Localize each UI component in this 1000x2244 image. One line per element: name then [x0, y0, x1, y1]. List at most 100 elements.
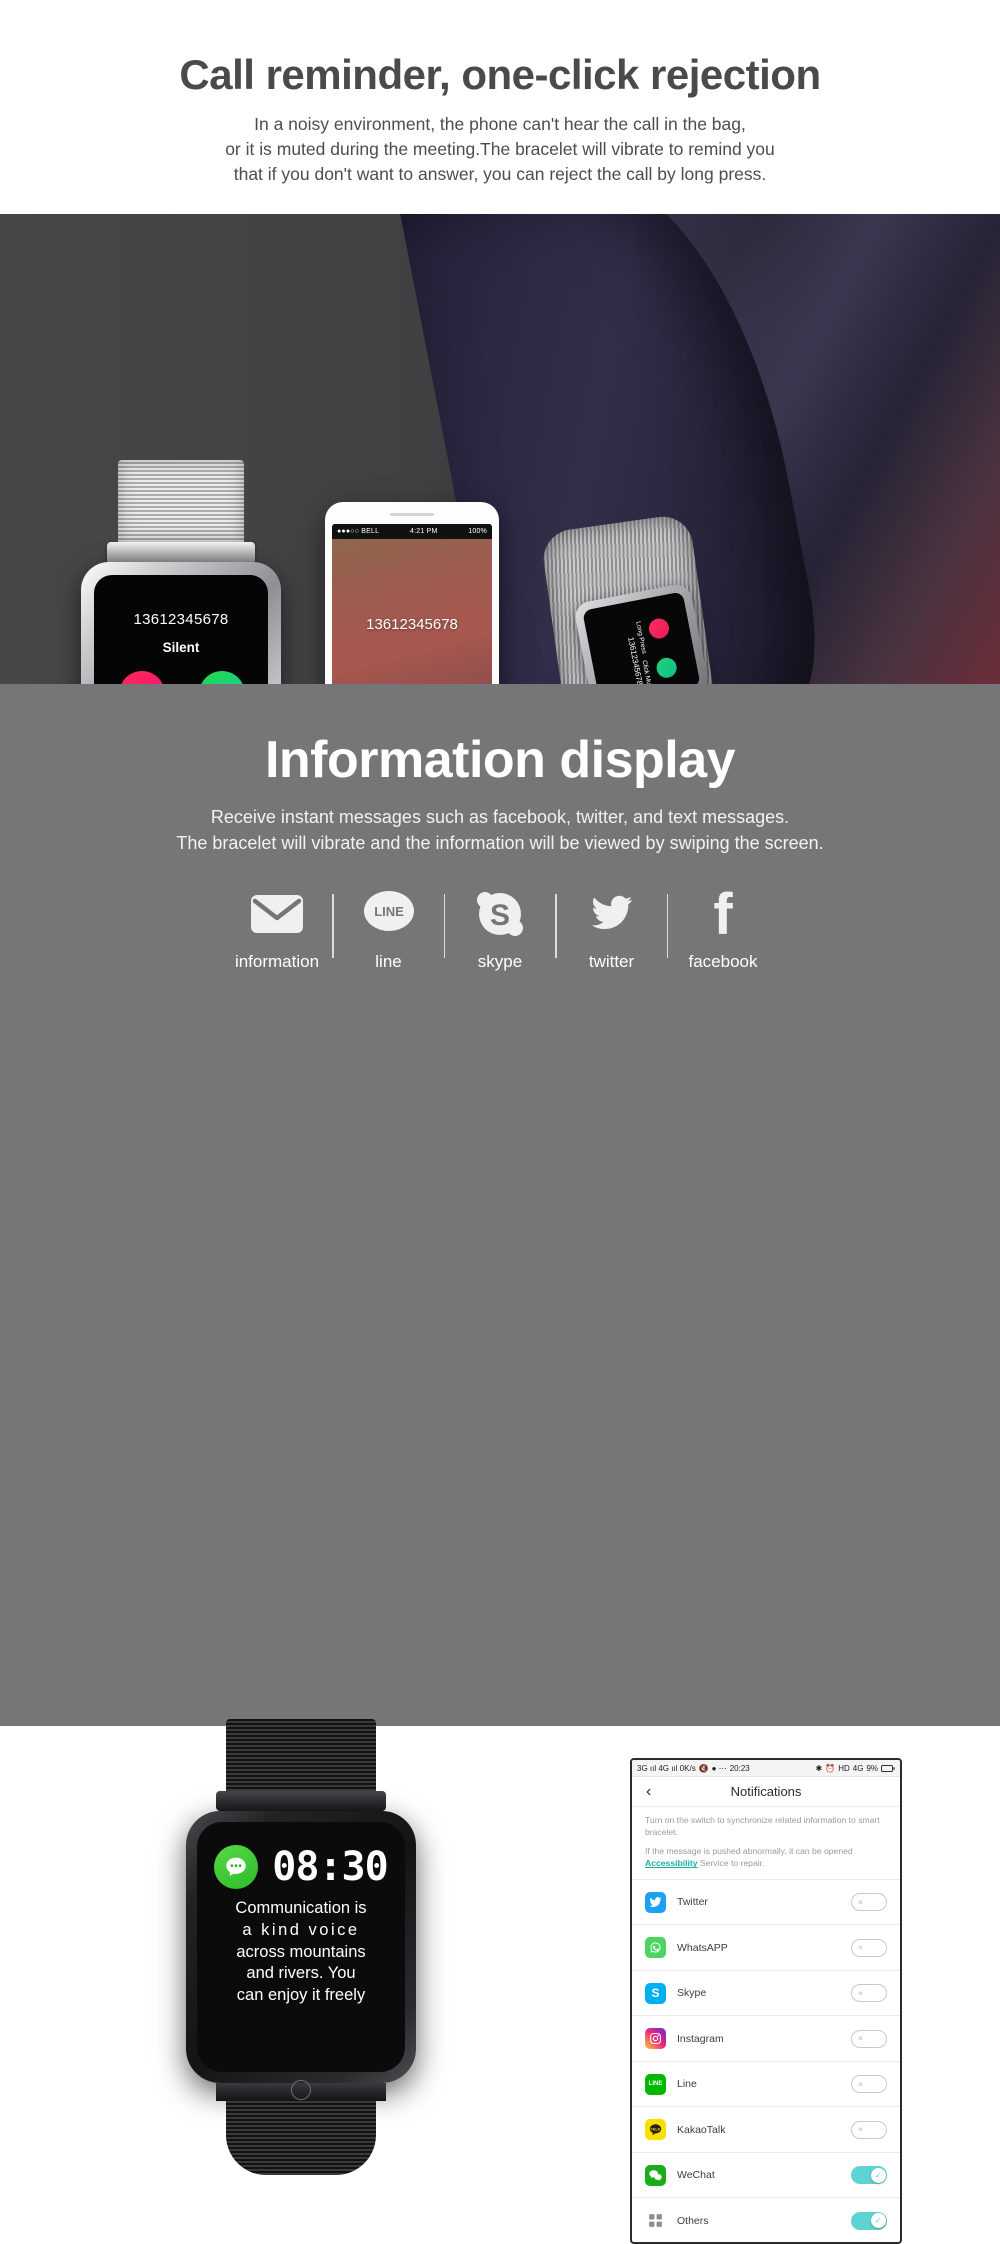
toggle-knob: × — [858, 1988, 863, 1998]
black-watch-product: 08:30 Communication is a kind voice acro… — [186, 1719, 416, 2175]
list-item[interactable]: WeChat ✓ — [632, 2153, 900, 2199]
svg-text:S: S — [490, 899, 510, 932]
list-item[interactable]: Others ✓ — [632, 2198, 900, 2242]
network-indicator: 3G ııl 4G ııl 0K/s — [637, 1763, 696, 1773]
app-label: information — [234, 952, 320, 972]
list-item[interactable]: TALK KakaoTalk × — [632, 2107, 900, 2153]
description-line-2: If the message is pushed abnormally, it … — [645, 1845, 887, 1870]
black-watch-band-top — [226, 1719, 376, 1791]
chevron-left-icon[interactable]: ‹ — [646, 1783, 651, 1800]
screen-title: Notifications — [730, 1784, 802, 1799]
app-name: Line — [677, 2078, 697, 2091]
message-line: can enjoy it freely — [236, 1986, 366, 2005]
toggle-switch[interactable]: ✓ — [851, 2166, 887, 2185]
toggle-knob: × — [858, 2079, 863, 2089]
message-line: across mountains — [236, 1942, 366, 1961]
watch-decline-action[interactable]: Long Press — [113, 671, 171, 684]
network-type: 4G — [852, 1763, 864, 1773]
app-name: Others — [677, 2214, 709, 2227]
wrist-watch-product: 13612345678 Long Press Click Mute — [539, 512, 726, 684]
hero-subtitle: In a noisy environment, the phone can't … — [225, 112, 775, 187]
supported-apps-row: information LINE line S skype twitter f … — [222, 886, 778, 972]
phone-status-time: 4:21 PM — [410, 528, 438, 535]
status-bar-left: 3G ııl 4G ııl 0K/s 🔇 ● ⋯ 20:23 — [637, 1764, 750, 1773]
toggle-knob: × — [858, 2034, 863, 2044]
section-subtitle-line: The bracelet will vibrate and the inform… — [176, 833, 824, 854]
watch-mute-action[interactable]: Click Mute — [195, 671, 249, 684]
phone-status-bar: ●●●○○ BELL 4:21 PM 100% — [332, 524, 492, 539]
toggle-knob: × — [858, 1943, 863, 1953]
toggle-switch[interactable]: × — [851, 1938, 887, 1957]
toggle-knob: × — [858, 2125, 863, 2135]
hero-header: Call reminder, one-click rejection In a … — [0, 0, 1000, 214]
status-time: 20:23 — [729, 1763, 750, 1773]
grid-apps-icon — [645, 2210, 666, 2231]
toggle-track — [869, 1894, 885, 1911]
hero-subtitle-line: In a noisy environment, the phone can't … — [254, 114, 746, 135]
section-subtitle-line: Receive instant messages such as faceboo… — [210, 807, 790, 827]
alarm-icon: ⏰ — [825, 1763, 836, 1773]
app-item-information: information — [222, 886, 332, 972]
black-watch-header: 08:30 — [211, 1844, 391, 1890]
toggle-track — [869, 2076, 885, 2093]
phone-speaker — [390, 513, 434, 516]
list-item[interactable]: S Skype × — [632, 1971, 900, 2017]
status-bar-right: ✱ ⏰ HD 4G 9% — [816, 1764, 895, 1773]
toggle-switch[interactable]: × — [851, 1893, 887, 1912]
hero-subtitle-line: or it is muted during the meeting.The br… — [225, 139, 775, 160]
hero-subtitle-line: that if you don't want to answer, you ca… — [233, 163, 767, 184]
app-label: skype — [477, 952, 523, 972]
watch-call-status: Silent — [162, 640, 200, 655]
facebook-icon: f — [703, 886, 743, 942]
toggle-knob: ✓ — [870, 2167, 886, 2183]
watch-call-actions: Long Press Click Mute — [113, 671, 249, 684]
silver-watch-lug-top — [107, 542, 255, 564]
app-item-skype: S skype — [445, 886, 555, 972]
section-title: Information display — [264, 731, 736, 789]
list-item[interactable]: Twitter × — [632, 1880, 900, 1926]
accessibility-link[interactable]: Accessibility — [645, 1858, 698, 1868]
toggle-switch[interactable]: × — [851, 1984, 887, 2003]
wrist-decline-button[interactable] — [647, 616, 671, 641]
silver-watch-product: 13612345678 Silent Long Press — [56, 460, 306, 684]
description-block: Turn on the switch to synchronize relate… — [632, 1807, 900, 1879]
svg-text:LINE: LINE — [374, 904, 404, 919]
line-icon: LINE — [363, 886, 415, 942]
message-line: Communication is — [235, 1899, 367, 1917]
silver-watch-screen: 13612345678 Silent Long Press — [94, 575, 268, 684]
toggle-switch[interactable]: × — [851, 2075, 887, 2094]
description-text-before: If the message is pushed abnormally, it … — [645, 1845, 853, 1856]
mute-icon: 🔇 — [698, 1763, 709, 1773]
black-watch-time: 08:30 — [272, 1844, 388, 1890]
microphone-mute-icon — [199, 671, 246, 684]
list-item[interactable]: LINE Line × — [632, 2062, 900, 2108]
phone-carrier: ●●●○○ BELL — [337, 528, 380, 535]
skype-icon: S — [645, 1982, 666, 2004]
message-bubble-icon — [214, 1845, 259, 1889]
toggle-switch[interactable]: × — [851, 2120, 887, 2139]
description-line-1: Turn on the switch to synchronize relate… — [645, 1815, 880, 1838]
bluetooth-icon: ✱ — [815, 1763, 823, 1773]
app-name: Instagram — [677, 2032, 724, 2045]
svg-text:f: f — [713, 888, 733, 940]
toggle-switch[interactable]: ✓ — [851, 2211, 887, 2230]
silver-watch-case: 13612345678 Silent Long Press — [81, 562, 281, 684]
app-name: Twitter — [677, 1896, 708, 1909]
list-item[interactable]: WhatsAPP × — [632, 1925, 900, 1971]
black-watch-home-button[interactable] — [291, 2080, 311, 2100]
phone-incoming-call: ●●●○○ BELL 4:21 PM 100% 13612345678 ▲ — [325, 502, 499, 684]
app-name: KakaoTalk — [677, 2123, 726, 2136]
information-display-section: Information display Receive instant mess… — [0, 684, 1000, 2244]
app-header: ‹ Notifications — [632, 1777, 900, 1807]
app-item-line: LINE line — [334, 886, 444, 972]
envelope-icon — [250, 886, 304, 942]
toggle-switch[interactable]: × — [851, 2029, 887, 2048]
description-text-after: Service to repair. — [697, 1858, 765, 1869]
list-item[interactable]: Instagram × — [632, 2016, 900, 2062]
black-watch-screen: 08:30 Communication is a kind voice acro… — [197, 1822, 405, 2100]
kakaotalk-icon: TALK — [645, 2119, 666, 2141]
wrist-mute-button[interactable] — [654, 656, 679, 680]
notification-app-list: Twitter × WhatsAPP × S Skype × Instagram… — [632, 1878, 900, 2242]
call-scene-photo: 13612345678 Long Press Click Mute 136123… — [0, 214, 1000, 684]
toggle-track — [869, 1939, 885, 1956]
